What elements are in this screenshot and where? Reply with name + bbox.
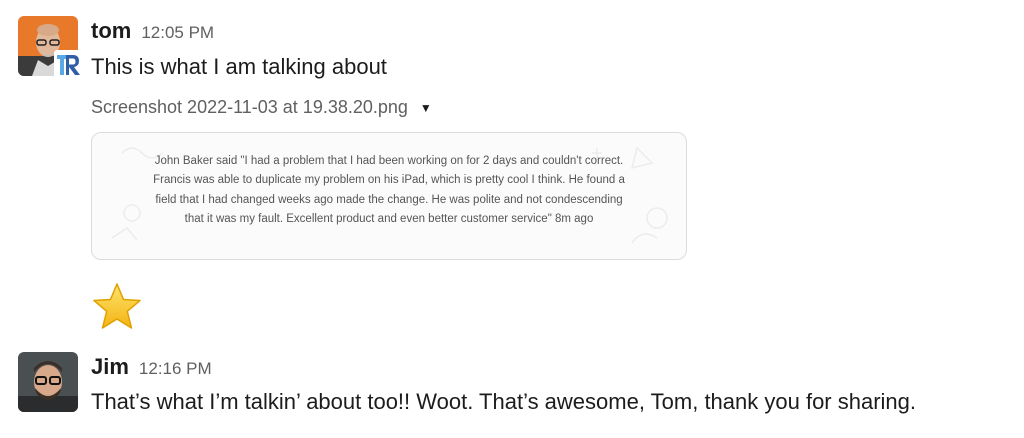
timestamp[interactable]: 12:16 PM xyxy=(139,359,212,379)
attachment-header: Screenshot 2022-11-03 at 19.38.20.png ▼ xyxy=(91,97,432,118)
attachment-filename[interactable]: Screenshot 2022-11-03 at 19.38.20.png xyxy=(91,97,408,118)
star-reaction[interactable] xyxy=(90,280,144,334)
message-text: This is what I am talking about xyxy=(91,54,387,79)
author-name[interactable]: Jim xyxy=(91,354,129,380)
author-name[interactable]: tom xyxy=(91,18,131,44)
avatar-jim[interactable] xyxy=(18,352,78,412)
star-icon xyxy=(93,283,141,329)
timestamp[interactable]: 12:05 PM xyxy=(141,23,214,43)
image-preview[interactable]: John Baker said "I had a problem that I … xyxy=(91,132,687,260)
preview-text: John Baker said "I had a problem that I … xyxy=(153,155,625,225)
caret-down-icon[interactable]: ▼ xyxy=(420,101,432,115)
message-text: That’s what I’m talkin’ about too!! Woot… xyxy=(91,389,917,414)
app-badge-icon xyxy=(54,50,82,78)
